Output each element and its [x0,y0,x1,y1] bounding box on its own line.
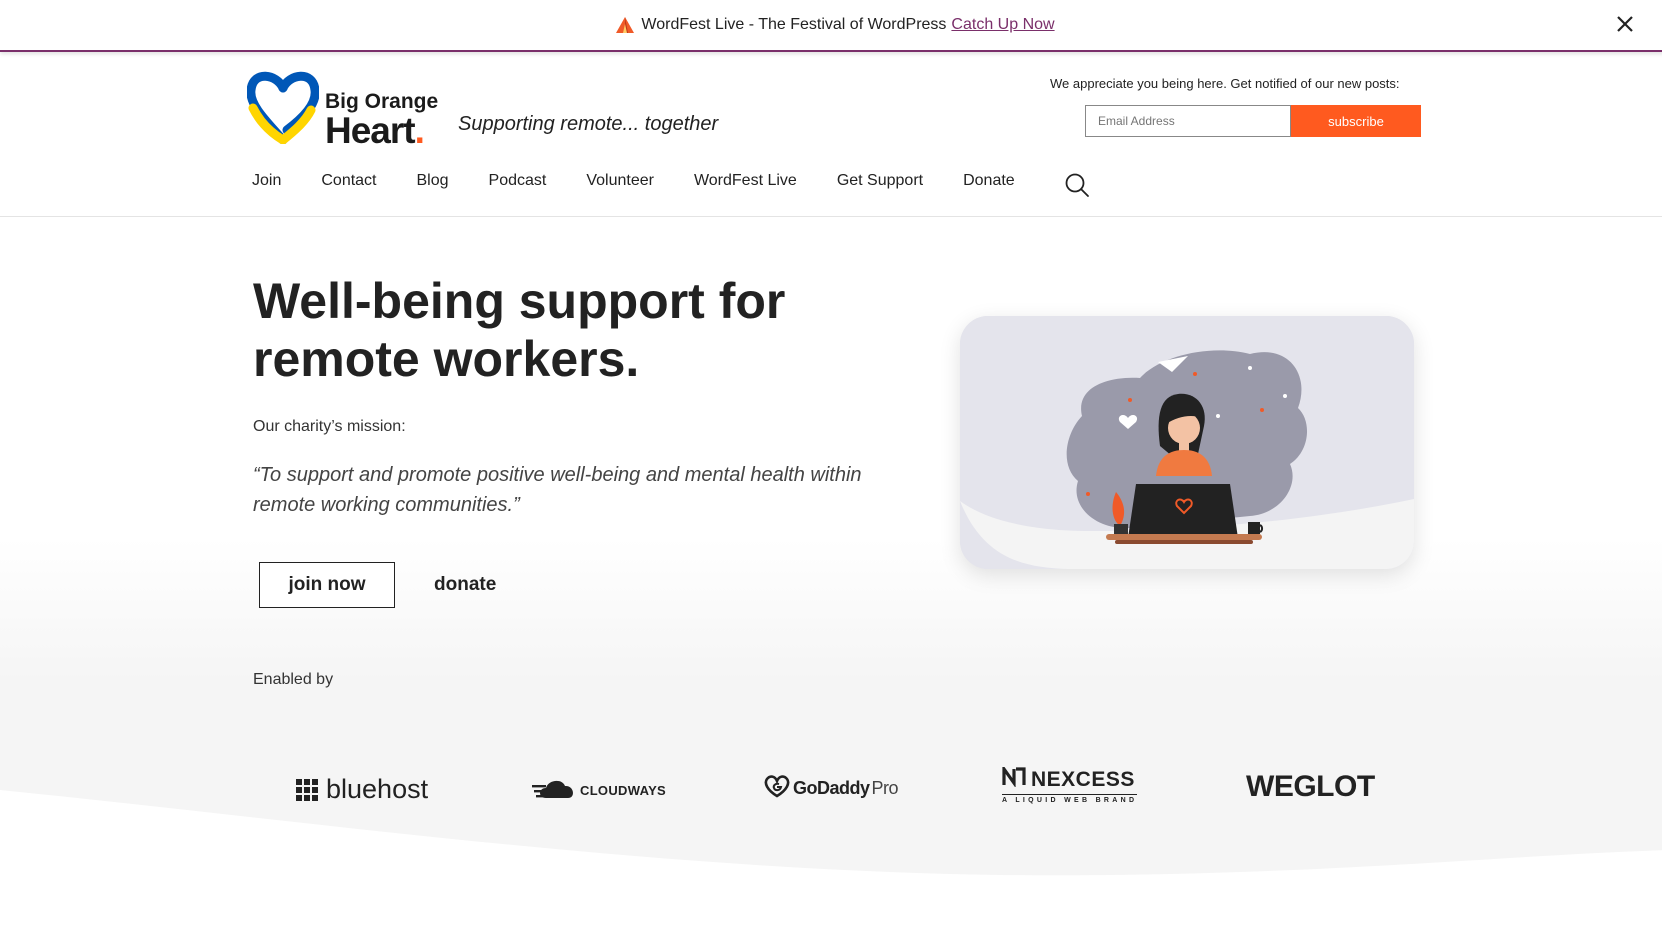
logo-heart-word: Heart [325,110,416,151]
mission-quote: “To support and promote positive well-be… [253,464,862,516]
logo-wordmark: Big Orange Heart. [325,91,438,149]
nav-item-blog[interactable]: Blog [417,172,449,190]
nav-item-join[interactable]: Join [252,172,281,190]
nexcess-subtitle: A LIQUID WEB BRAND [1002,794,1138,804]
donate-link[interactable]: donate [434,574,496,596]
nexcess-top: NEXCESS [1002,764,1135,793]
cloudways-wordmark: CLOUDWAYS [580,783,667,798]
nav-item-podcast[interactable]: Podcast [489,172,547,190]
enabled-by-label: Enabled by [253,671,334,688]
page-edge [1662,50,1670,931]
logo-line2: Heart. [325,112,438,149]
nav-item-wordfest-live[interactable]: WordFest Live [694,172,797,190]
godaddy-pro-logo[interactable]: GoDaddy Pro [764,774,899,803]
nav-item-contact[interactable]: Contact [321,172,376,190]
close-icon[interactable] [1614,13,1636,35]
cloud-icon [532,776,578,805]
logo-dot: . [414,110,425,151]
nexcess-mark-icon [1002,764,1026,793]
logo-line1: Big Orange [325,90,439,113]
godaddy-heart-icon [764,774,790,803]
weglot-logo[interactable]: WEGLOT [1246,770,1375,804]
banner-text: WordFest Live - The Festival of WordPres… [641,16,947,33]
catch-up-link[interactable]: Catch Up Now [951,16,1054,34]
godaddy-wordmark: GoDaddy [793,778,870,798]
bluehost-wordmark: bluehost [326,774,429,804]
mission-label: Our charity’s mission: [253,418,406,435]
nav-item-get-support[interactable]: Get Support [837,172,923,190]
tent-icon [615,16,635,34]
newsletter-prompt: We appreciate you being here. Get notifi… [1050,76,1400,91]
godaddy-pro-suffix: Pro [871,778,899,798]
site-logo[interactable]: Big Orange Heart. [246,68,438,149]
bluehost-logo[interactable]: bluehost [296,774,428,805]
search-icon[interactable] [1064,172,1090,198]
nav-item-volunteer[interactable]: Volunteer [586,172,654,190]
nav-item-donate[interactable]: Donate [963,172,1015,190]
announcement-banner: WordFest Live - The Festival of WordPres… [0,0,1670,52]
hero-illustration [960,316,1414,569]
heart-logo-icon [246,68,320,149]
site-tagline: Supporting remote... together [458,113,719,135]
bluehost-grid-icon [296,778,318,801]
cloudways-logo[interactable]: CLOUDWAYS [532,776,666,805]
nexcess-wordmark: NEXCESS [1031,768,1135,791]
email-field[interactable] [1085,105,1291,137]
nexcess-logo[interactable]: NEXCESS A LIQUID WEB BRAND [1002,764,1138,804]
subscribe-button[interactable]: subscribe [1291,105,1421,137]
main-nav: Join Contact Blog Podcast Volunteer Word… [252,172,1055,190]
join-now-button[interactable]: join now [259,562,395,608]
hero-title: Well-being support for remote workers. [253,273,786,387]
